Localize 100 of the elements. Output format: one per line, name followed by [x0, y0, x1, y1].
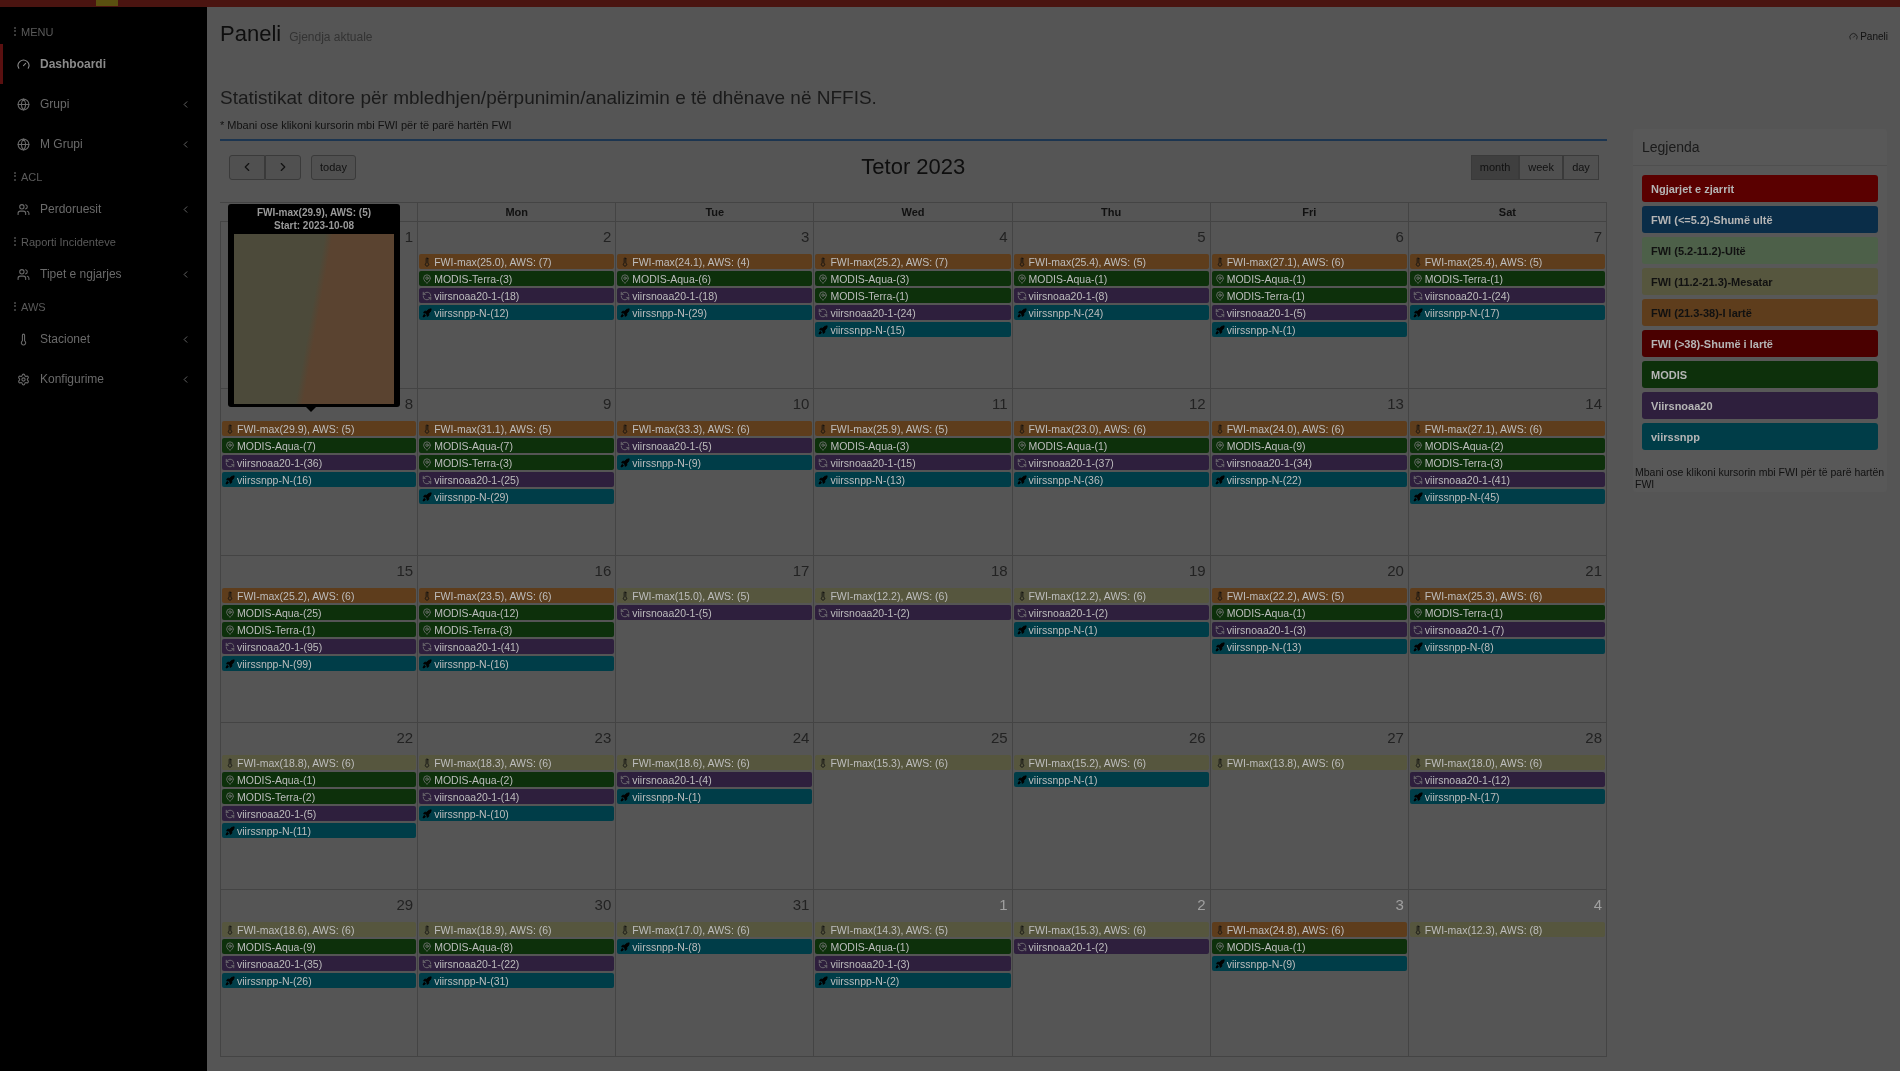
calendar-event[interactable]: viirsnoaa20-1-(5): [617, 438, 813, 453]
calendar-event[interactable]: viirssnpp-N-(11): [222, 823, 417, 838]
calendar-event[interactable]: viirsnoaa20-1-(4): [617, 772, 813, 787]
sidebar-item[interactable]: Grupi: [0, 84, 207, 124]
calendar-event[interactable]: viirssnpp-N-(17): [1409, 789, 1605, 804]
calendar-event[interactable]: viirsnoaa20-1-(2): [815, 605, 1011, 620]
calendar-event[interactable]: MODIS-Terra-(3): [1409, 455, 1605, 470]
calendar-event[interactable]: viirssnpp-N-(17): [1409, 305, 1605, 320]
calendar-event[interactable]: MODIS-Aqua-(3): [815, 438, 1011, 453]
calendar-event[interactable]: MODIS-Terra-(3): [419, 271, 615, 286]
calendar-event[interactable]: MODIS-Aqua-(9): [222, 939, 417, 954]
sidebar-item[interactable]: Konfigurime: [0, 359, 207, 399]
calendar-event[interactable]: MODIS-Aqua-(12): [419, 605, 615, 620]
calendar-event[interactable]: viirsnoaa20-1-(14): [419, 789, 615, 804]
calendar-event[interactable]: viirsnoaa20-1-(2): [1013, 605, 1209, 620]
calendar-event[interactable]: MODIS-Aqua-(1): [1211, 605, 1407, 620]
calendar-event[interactable]: FWI-max(25.0), AWS: (7): [419, 254, 615, 269]
sidebar-item[interactable]: Perdoruesit: [0, 189, 207, 229]
calendar-event[interactable]: FWI-max(25.4), AWS: (5): [1013, 254, 1209, 269]
calendar-event[interactable]: viirsnoaa20-1-(35): [222, 956, 417, 971]
calendar-event[interactable]: MODIS-Aqua-(3): [815, 271, 1011, 286]
calendar-event[interactable]: FWI-max(17.0), AWS: (6): [617, 922, 813, 937]
calendar-event[interactable]: viirsnoaa20-1-(3): [815, 956, 1011, 971]
calendar-event[interactable]: viirssnpp-N-(22): [1211, 472, 1407, 487]
calendar-event[interactable]: FWI-max(15.2), AWS: (6): [1013, 755, 1209, 770]
calendar-event[interactable]: viirssnpp-N-(9): [1211, 956, 1407, 971]
sidebar-item[interactable]: Tipet e ngjarjes: [0, 254, 207, 294]
calendar-event[interactable]: FWI-max(23.0), AWS: (6): [1013, 421, 1209, 436]
sidebar-item[interactable]: Stacionet: [0, 319, 207, 359]
calendar-event[interactable]: viirssnpp-N-(29): [419, 489, 615, 504]
calendar-event[interactable]: FWI-max(24.8), AWS: (6): [1211, 922, 1407, 937]
calendar-event[interactable]: viirsnoaa20-1-(34): [1211, 455, 1407, 470]
calendar-event[interactable]: MODIS-Terra-(1): [1211, 288, 1407, 303]
calendar-event[interactable]: FWI-max(25.2), AWS: (7): [815, 254, 1011, 269]
calendar-event[interactable]: FWI-max(18.3), AWS: (6): [419, 755, 615, 770]
calendar-event[interactable]: MODIS-Aqua-(7): [419, 438, 615, 453]
calendar-event[interactable]: FWI-max(12.3), AWS: (8): [1409, 922, 1605, 937]
calendar-event[interactable]: FWI-max(25.9), AWS: (5): [815, 421, 1011, 436]
calendar-event[interactable]: viirsnoaa20-1-(36): [222, 455, 417, 470]
calendar-event[interactable]: viirssnpp-N-(10): [419, 806, 615, 821]
calendar-event[interactable]: FWI-max(15.3), AWS: (6): [1013, 922, 1209, 937]
calendar-event[interactable]: viirsnoaa20-1-(3): [1211, 622, 1407, 637]
calendar-event[interactable]: viirsnoaa20-1-(5): [1211, 305, 1407, 320]
sidebar-item[interactable]: Dashboardi: [0, 44, 207, 84]
calendar-event[interactable]: viirsnoaa20-1-(15): [815, 455, 1011, 470]
calendar-event[interactable]: FWI-max(31.1), AWS: (5): [419, 421, 615, 436]
calendar-event[interactable]: FWI-max(27.1), AWS: (6): [1211, 254, 1407, 269]
calendar-event[interactable]: FWI-max(18.9), AWS: (6): [419, 922, 615, 937]
calendar-event[interactable]: FWI-max(18.6), AWS: (6): [617, 755, 813, 770]
calendar-event[interactable]: viirsnoaa20-1-(25): [419, 472, 615, 487]
calendar-event[interactable]: viirssnpp-N-(29): [617, 305, 813, 320]
calendar-event[interactable]: viirsnoaa20-1-(37): [1013, 455, 1209, 470]
calendar-event[interactable]: MODIS-Aqua-(1): [1013, 271, 1209, 286]
calendar-event[interactable]: viirsnoaa20-1-(7): [1409, 622, 1605, 637]
calendar-event[interactable]: viirssnpp-N-(8): [617, 939, 813, 954]
calendar-event[interactable]: FWI-max(25.4), AWS: (5): [1409, 254, 1605, 269]
calendar-event[interactable]: FWI-max(14.3), AWS: (5): [815, 922, 1011, 937]
calendar-event[interactable]: MODIS-Aqua-(9): [1211, 438, 1407, 453]
calendar-event[interactable]: viirssnpp-N-(36): [1013, 472, 1209, 487]
calendar-event[interactable]: viirsnoaa20-1-(41): [419, 639, 615, 654]
calendar-event[interactable]: viirssnpp-N-(1): [617, 789, 813, 804]
calendar-event[interactable]: viirsnoaa20-1-(24): [1409, 288, 1605, 303]
calendar-event[interactable]: viirssnpp-N-(31): [419, 973, 615, 988]
calendar-event[interactable]: viirssnpp-N-(1): [1013, 772, 1209, 787]
calendar-event[interactable]: FWI-max(18.6), AWS: (6): [222, 922, 417, 937]
calendar-event[interactable]: MODIS-Aqua-(2): [1409, 438, 1605, 453]
calendar-event[interactable]: MODIS-Aqua-(8): [419, 939, 615, 954]
calendar-event[interactable]: FWI-max(33.3), AWS: (6): [617, 421, 813, 436]
calendar-event[interactable]: FWI-max(25.3), AWS: (6): [1409, 588, 1605, 603]
calendar-event[interactable]: MODIS-Terra-(2): [222, 789, 417, 804]
calendar-event[interactable]: MODIS-Terra-(1): [815, 288, 1011, 303]
calendar-event[interactable]: MODIS-Aqua-(1): [1211, 939, 1407, 954]
calendar-event[interactable]: FWI-max(25.2), AWS: (6): [222, 588, 417, 603]
calendar-event[interactable]: FWI-max(12.2), AWS: (6): [1013, 588, 1209, 603]
calendar-event[interactable]: FWI-max(24.0), AWS: (6): [1211, 421, 1407, 436]
calendar-event[interactable]: viirssnpp-N-(8): [1409, 639, 1605, 654]
previous-button[interactable]: [229, 154, 265, 180]
calendar-event[interactable]: viirsnoaa20-1-(5): [617, 605, 813, 620]
calendar-event[interactable]: MODIS-Aqua-(1): [815, 939, 1011, 954]
calendar-event[interactable]: FWI-max(29.9), AWS: (5): [222, 421, 417, 436]
calendar-event[interactable]: viirsnoaa20-1-(95): [222, 639, 417, 654]
calendar-event[interactable]: FWI-max(24.1), AWS: (4): [617, 254, 813, 269]
calendar-event[interactable]: viirssnpp-N-(2): [815, 973, 1011, 988]
calendar-event[interactable]: MODIS-Aqua-(1): [1013, 438, 1209, 453]
calendar-event[interactable]: viirssnpp-N-(13): [815, 472, 1011, 487]
calendar-event[interactable]: MODIS-Terra-(3): [419, 455, 615, 470]
calendar-event[interactable]: viirssnpp-N-(16): [419, 656, 615, 671]
calendar-event[interactable]: MODIS-Aqua-(7): [222, 438, 417, 453]
calendar-event[interactable]: FWI-max(22.2), AWS: (5): [1211, 588, 1407, 603]
calendar-event[interactable]: FWI-max(13.8), AWS: (6): [1211, 755, 1407, 770]
calendar-event[interactable]: MODIS-Terra-(1): [1409, 605, 1605, 620]
calendar-event[interactable]: viirsnoaa20-1-(12): [1409, 772, 1605, 787]
calendar-event[interactable]: viirssnpp-N-(26): [222, 973, 417, 988]
calendar-event[interactable]: FWI-max(12.2), AWS: (6): [815, 588, 1011, 603]
calendar-event[interactable]: MODIS-Terra-(1): [1409, 271, 1605, 286]
calendar-event[interactable]: MODIS-Aqua-(2): [419, 772, 615, 787]
calendar-event[interactable]: viirsnoaa20-1-(5): [222, 806, 417, 821]
calendar-event[interactable]: viirsnoaa20-1-(24): [815, 305, 1011, 320]
calendar-event[interactable]: MODIS-Aqua-(1): [1211, 271, 1407, 286]
calendar-event[interactable]: viirssnpp-N-(9): [617, 455, 813, 470]
